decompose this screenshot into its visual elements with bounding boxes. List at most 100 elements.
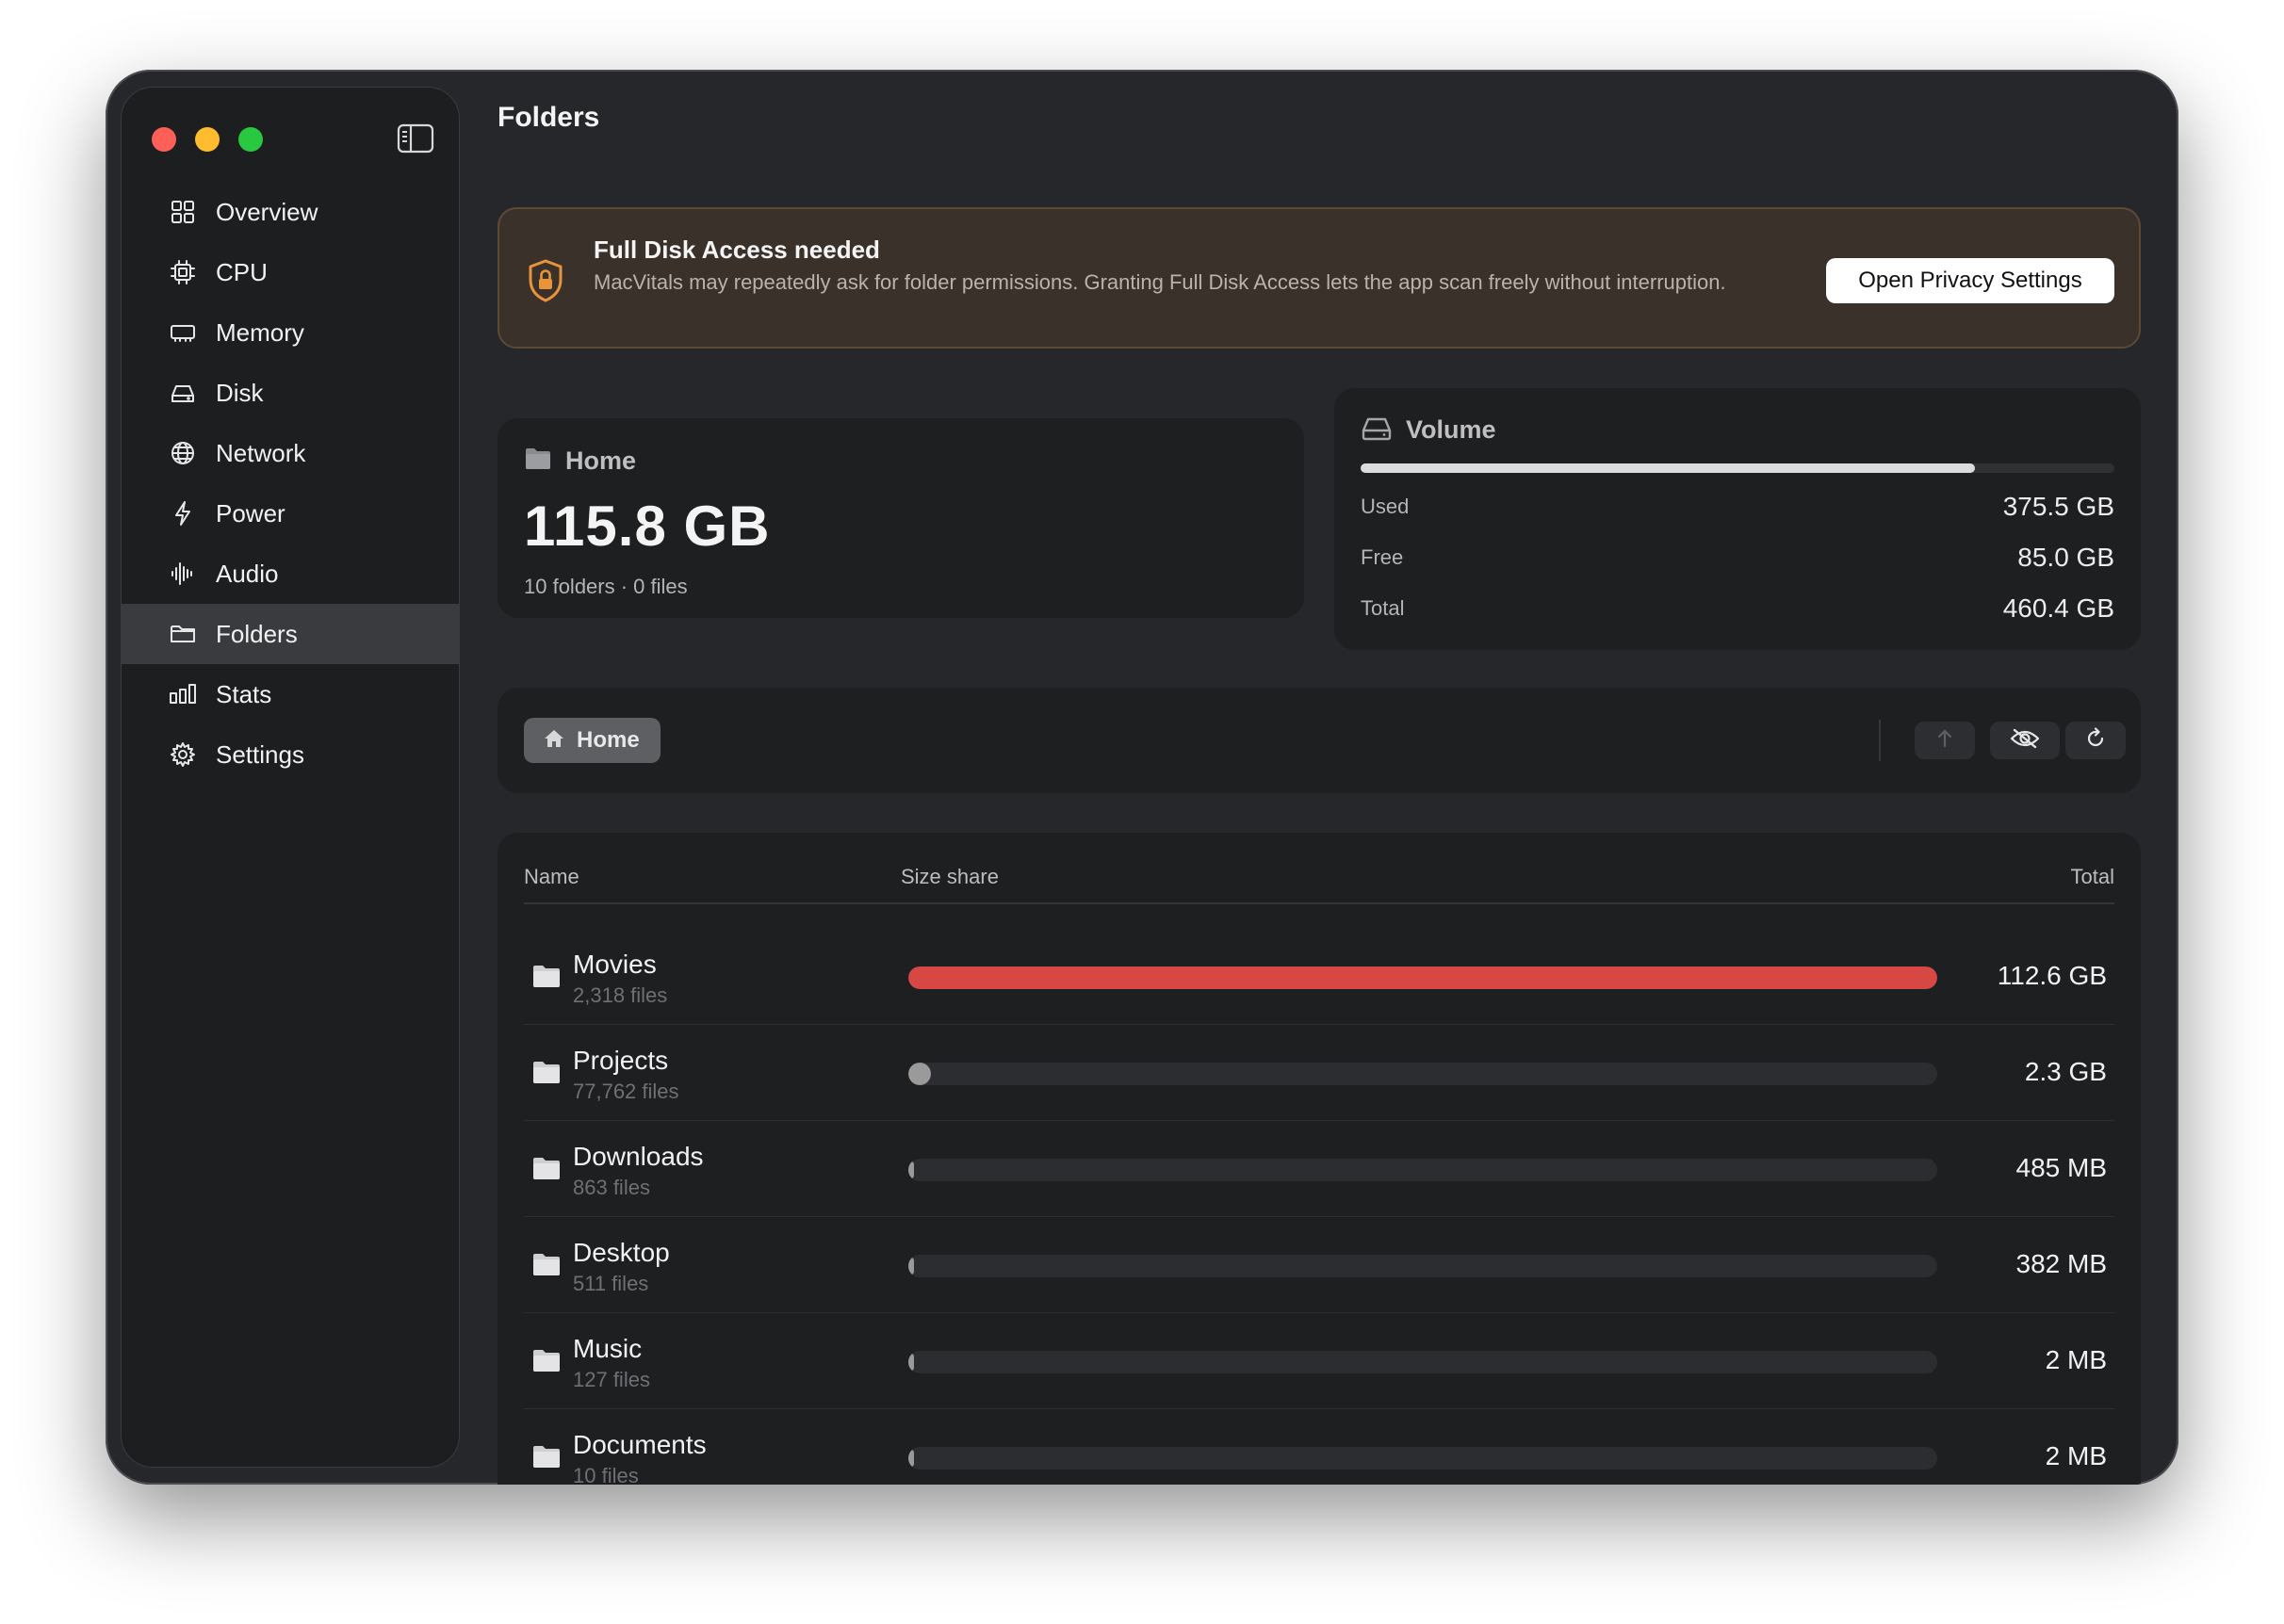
zoom-window-button[interactable] bbox=[238, 127, 263, 152]
sidebar-item-label: Network bbox=[216, 438, 306, 467]
close-window-button[interactable] bbox=[152, 127, 176, 152]
home-card-label: Home bbox=[565, 447, 637, 475]
folder-icon bbox=[531, 1347, 562, 1373]
sidebar: Overview CPU Memory Disk Network Power A… bbox=[121, 87, 460, 1468]
size-share-bar bbox=[908, 966, 1937, 989]
folder-file-count: 77,762 files bbox=[573, 1080, 679, 1103]
breadcrumb-label: Home bbox=[577, 727, 640, 753]
memory-icon bbox=[169, 318, 197, 347]
size-share-fill bbox=[908, 966, 1937, 989]
sidebar-item-stats[interactable]: Stats bbox=[122, 664, 459, 724]
folder-file-count: 511 files bbox=[573, 1272, 649, 1295]
refresh-button[interactable] bbox=[2065, 722, 2126, 759]
folder-name: Documents bbox=[573, 1430, 707, 1459]
toggle-hidden-button[interactable] bbox=[1990, 722, 2060, 759]
sidebar-nav: Overview CPU Memory Disk Network Power A… bbox=[122, 182, 459, 785]
volume-card: Volume Used 375.5 GB Free 85.0 GB Total … bbox=[1334, 388, 2141, 650]
house-icon bbox=[543, 728, 565, 754]
table-row[interactable]: Music 127 files 2 MB bbox=[524, 1313, 2114, 1409]
grid-icon bbox=[169, 198, 197, 226]
sidebar-item-label: Power bbox=[216, 498, 286, 528]
home-total-size: 115.8 GB bbox=[524, 495, 771, 558]
size-share-bar bbox=[908, 1255, 1937, 1277]
go-up-button[interactable] bbox=[1915, 722, 1975, 759]
folder-file-count: 863 files bbox=[573, 1176, 650, 1199]
folder-file-count: 127 files bbox=[573, 1368, 650, 1391]
sidebar-item-label: Settings bbox=[216, 739, 304, 769]
sidebar-item-memory[interactable]: Memory bbox=[122, 302, 459, 363]
folder-name: Movies bbox=[573, 950, 657, 979]
sidebar-toggle-icon[interactable] bbox=[397, 123, 434, 154]
table-row[interactable]: Documents 10 files 2 MB bbox=[524, 1409, 2114, 1485]
breadcrumb-home[interactable]: Home bbox=[524, 718, 661, 763]
sidebar-item-label: Overview bbox=[216, 197, 318, 226]
table-row[interactable]: Downloads 863 files 485 MB bbox=[524, 1121, 2114, 1217]
banner-text: MacVitals may repeatedly ask for folder … bbox=[594, 270, 1726, 294]
folder-total-size: 382 MB bbox=[2015, 1249, 2108, 1278]
waveform-icon bbox=[169, 560, 197, 588]
volume-total-row: Total 460.4 GB bbox=[1361, 593, 2114, 624]
sidebar-item-label: CPU bbox=[216, 257, 268, 286]
refresh-icon bbox=[2084, 726, 2107, 755]
folder-name: Projects bbox=[573, 1046, 669, 1075]
folder-total-size: 112.6 GB bbox=[1997, 961, 2107, 990]
volume-card-label: Volume bbox=[1406, 415, 1496, 444]
size-share-bar bbox=[908, 1351, 1937, 1373]
volume-used-row: Used 375.5 GB bbox=[1361, 492, 2114, 522]
sidebar-item-power[interactable]: Power bbox=[122, 483, 459, 544]
size-share-bar bbox=[908, 1063, 1937, 1085]
sidebar-item-settings[interactable]: Settings bbox=[122, 724, 459, 785]
sidebar-item-overview[interactable]: Overview bbox=[122, 182, 459, 242]
sidebar-item-disk[interactable]: Disk bbox=[122, 363, 459, 423]
sidebar-item-cpu[interactable]: CPU bbox=[122, 242, 459, 302]
table-row[interactable]: Desktop 511 files 382 MB bbox=[524, 1217, 2114, 1313]
bar-chart-icon bbox=[169, 680, 197, 708]
folder-icon bbox=[531, 963, 562, 989]
size-share-bar bbox=[908, 1447, 1937, 1470]
shield-lock-icon bbox=[526, 258, 565, 303]
sidebar-item-network[interactable]: Network bbox=[122, 423, 459, 483]
sidebar-item-folders[interactable]: Folders bbox=[122, 604, 459, 664]
table-row[interactable]: Projects 77,762 files 2.3 GB bbox=[524, 1025, 2114, 1121]
list-header: Name Size share Total bbox=[524, 865, 2114, 904]
volume-usage-fill bbox=[1361, 463, 1976, 473]
folder-icon bbox=[531, 1251, 562, 1277]
bolt-icon bbox=[169, 499, 197, 528]
size-share-bar bbox=[908, 1159, 1937, 1181]
volume-used-label: Used bbox=[1361, 495, 1410, 518]
size-share-fill bbox=[908, 1161, 914, 1178]
minimize-window-button[interactable] bbox=[195, 127, 220, 152]
cpu-icon bbox=[169, 258, 197, 286]
sidebar-item-label: Disk bbox=[216, 378, 264, 407]
column-header-name[interactable]: Name bbox=[524, 865, 579, 889]
full-disk-access-banner: Full Disk Access needed MacVitals may re… bbox=[498, 207, 2141, 349]
sidebar-item-label: Memory bbox=[216, 317, 304, 347]
app-window: Overview CPU Memory Disk Network Power A… bbox=[106, 70, 2178, 1485]
sidebar-item-label: Audio bbox=[216, 559, 279, 588]
folder-icon bbox=[531, 1059, 562, 1085]
open-privacy-settings-button[interactable]: Open Privacy Settings bbox=[1826, 258, 2114, 303]
volume-card-header: Volume bbox=[1361, 414, 1496, 446]
size-share-fill bbox=[908, 1450, 914, 1467]
folder-icon bbox=[169, 620, 197, 648]
toolbar-divider bbox=[1879, 720, 1881, 761]
folder-file-count: 2,318 files bbox=[573, 983, 668, 1007]
disk-icon bbox=[169, 379, 197, 407]
home-summary-card: Home 115.8 GB 10 folders · 0 files bbox=[498, 418, 1304, 618]
home-card-header: Home bbox=[524, 447, 636, 476]
page-title: Folders bbox=[498, 102, 600, 133]
column-header-total[interactable]: Total bbox=[2071, 865, 2114, 889]
sidebar-item-label: Stats bbox=[216, 679, 272, 708]
folder-total-size: 2 MB bbox=[2045, 1345, 2107, 1374]
volume-free-row: Free 85.0 GB bbox=[1361, 543, 2114, 573]
size-share-fill bbox=[908, 1258, 914, 1275]
table-row[interactable]: Movies 2,318 files 112.6 GB bbox=[524, 929, 2114, 1025]
sidebar-item-audio[interactable]: Audio bbox=[122, 544, 459, 604]
folder-file-count: 10 files bbox=[573, 1464, 639, 1485]
volume-total-label: Total bbox=[1361, 596, 1405, 620]
column-header-size-share[interactable]: Size share bbox=[901, 865, 999, 889]
volume-usage-bar bbox=[1361, 463, 2114, 473]
disk-icon bbox=[1361, 414, 1393, 446]
folder-list: Name Size share Total Movies 2,318 files 1… bbox=[498, 833, 2141, 1485]
home-counts: 10 folders · 0 files bbox=[524, 575, 688, 598]
